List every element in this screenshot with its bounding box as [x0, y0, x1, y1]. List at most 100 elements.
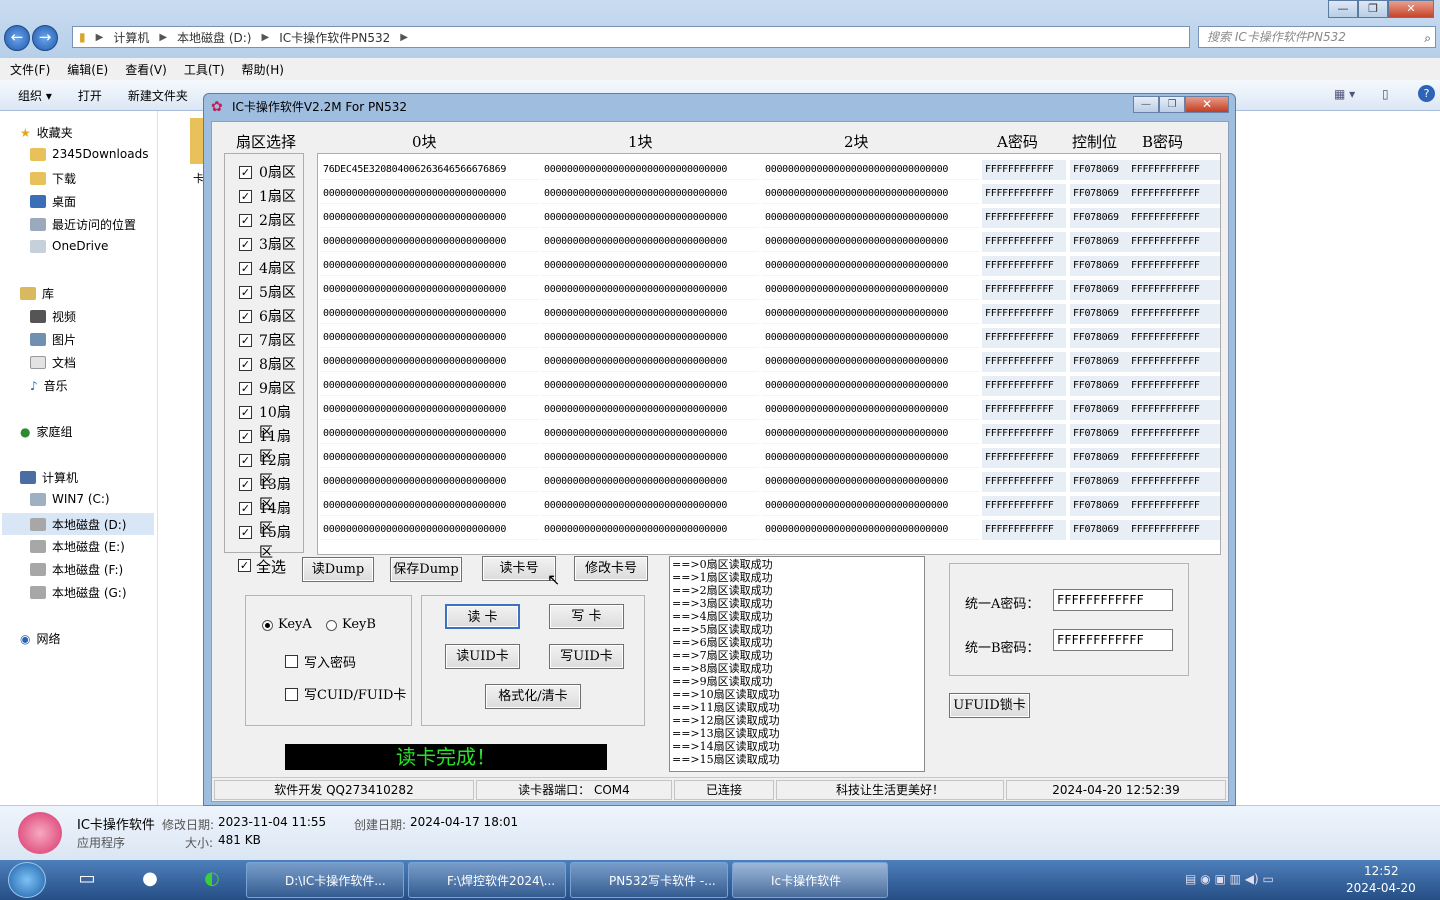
- favorites-header[interactable]: ★ 收藏夹: [20, 124, 73, 141]
- block-2-cell[interactable]: 00000000000000000000000000000000: [762, 328, 980, 348]
- block-0-cell[interactable]: 00000000000000000000000000000000: [320, 280, 538, 300]
- sidebar-item-pictures[interactable]: 图片: [30, 331, 76, 348]
- sector-checkbox[interactable]: ✓: [239, 262, 252, 275]
- browser-icon[interactable]: ◐: [197, 864, 227, 894]
- read-card-no-button[interactable]: 读卡号: [482, 556, 556, 581]
- sector-checkbox[interactable]: ✓: [239, 502, 252, 515]
- block-2-cell[interactable]: 00000000000000000000000000000000: [762, 232, 980, 252]
- block-0-cell[interactable]: 76DEC45E320804006263646566676869: [320, 160, 538, 180]
- search-input[interactable]: 搜索 IC卡操作软件PN532 ⌕: [1198, 26, 1436, 48]
- block-1-cell[interactable]: 00000000000000000000000000000000: [541, 520, 759, 540]
- sidebar-item-desktop[interactable]: 桌面: [30, 193, 76, 210]
- block-2-cell[interactable]: 00000000000000000000000000000000: [762, 352, 980, 372]
- block-0-cell[interactable]: 00000000000000000000000000000000: [320, 520, 538, 540]
- key-a-cell[interactable]: FFFFFFFFFFFF: [982, 184, 1066, 204]
- key-a-cell[interactable]: FFFFFFFFFFFF: [982, 424, 1066, 444]
- organize-button[interactable]: 组织 ▾: [18, 87, 52, 104]
- block-2-cell[interactable]: 00000000000000000000000000000000: [762, 184, 980, 204]
- access-bits-cell[interactable]: FF078069: [1070, 496, 1128, 516]
- block-0-cell[interactable]: 00000000000000000000000000000000: [320, 232, 538, 252]
- sector-checkbox[interactable]: ✓: [239, 334, 252, 347]
- read-uid-button[interactable]: 读UID卡: [445, 644, 520, 669]
- key-b-cell[interactable]: FFFFFFFFFFFF: [1128, 184, 1220, 204]
- access-bits-cell[interactable]: FF078069: [1070, 520, 1128, 540]
- sector-checkbox[interactable]: ✓: [239, 190, 252, 203]
- forward-arrow-icon[interactable]: →: [32, 25, 58, 51]
- folder-icon[interactable]: [190, 118, 204, 164]
- log-output[interactable]: ==>0扇区读取成功 ==>1扇区读取成功 ==>2扇区读取成功 ==>3扇区读取成功…: [669, 556, 925, 772]
- key-a-cell[interactable]: FFFFFFFFFFFF: [982, 256, 1066, 276]
- write-cuid-checkbox[interactable]: [285, 688, 298, 701]
- sidebar-item-videos[interactable]: 视频: [30, 308, 76, 325]
- block-1-cell[interactable]: 00000000000000000000000000000000: [541, 496, 759, 516]
- block-0-cell[interactable]: 00000000000000000000000000000000: [320, 328, 538, 348]
- sidebar-item-drive-d[interactable]: 本地磁盘 (D:): [2, 513, 154, 535]
- block-2-cell[interactable]: 00000000000000000000000000000000: [762, 424, 980, 444]
- key-a-cell[interactable]: FFFFFFFFFFFF: [982, 496, 1066, 516]
- sidebar-item-recent[interactable]: 最近访问的位置: [30, 216, 136, 233]
- access-bits-cell[interactable]: FF078069: [1070, 232, 1128, 252]
- block-1-cell[interactable]: 00000000000000000000000000000000: [541, 232, 759, 252]
- sidebar-item-drive-g[interactable]: 本地磁盘 (G:): [30, 584, 127, 601]
- write-key-checkbox[interactable]: [285, 655, 298, 668]
- close-button[interactable]: ✕: [1388, 0, 1434, 18]
- network-header[interactable]: ◉ 网络: [20, 630, 61, 647]
- address-bar[interactable]: ▮ ▶ 计算机 ▶ 本地磁盘 (D:) ▶ IC卡操作软件PN532 ▶: [72, 26, 1190, 48]
- block-2-cell[interactable]: 00000000000000000000000000000000: [762, 376, 980, 396]
- task-explorer-f[interactable]: F:\焊控软件2024\...: [408, 862, 566, 898]
- menu-tools[interactable]: 工具(T): [184, 61, 225, 78]
- sector-checkbox[interactable]: ✓: [239, 382, 252, 395]
- unified-b-key-input[interactable]: FFFFFFFFFFFF: [1053, 629, 1173, 651]
- menu-edit[interactable]: 编辑(E): [67, 61, 108, 78]
- key-b-cell[interactable]: FFFFFFFFFFFF: [1128, 280, 1220, 300]
- access-bits-cell[interactable]: FF078069: [1070, 424, 1128, 444]
- block-0-cell[interactable]: 00000000000000000000000000000000: [320, 256, 538, 276]
- access-bits-cell[interactable]: FF078069: [1070, 376, 1128, 396]
- save-dump-button[interactable]: 保存Dump: [390, 557, 462, 582]
- help-icon[interactable]: ?: [1418, 85, 1435, 102]
- block-2-cell[interactable]: 00000000000000000000000000000000: [762, 400, 980, 420]
- block-1-cell[interactable]: 00000000000000000000000000000000: [541, 448, 759, 468]
- breadcrumb-computer[interactable]: 计算机: [113, 29, 149, 46]
- block-1-cell[interactable]: 00000000000000000000000000000000: [541, 328, 759, 348]
- key-b-cell[interactable]: FFFFFFFFFFFF: [1128, 256, 1220, 276]
- key-a-cell[interactable]: FFFFFFFFFFFF: [982, 472, 1066, 492]
- block-0-cell[interactable]: 00000000000000000000000000000000: [320, 208, 538, 228]
- key-b-cell[interactable]: FFFFFFFFFFFF: [1128, 304, 1220, 324]
- block-0-cell[interactable]: 00000000000000000000000000000000: [320, 184, 538, 204]
- access-bits-cell[interactable]: FF078069: [1070, 328, 1128, 348]
- key-a-cell[interactable]: FFFFFFFFFFFF: [982, 304, 1066, 324]
- block-2-cell[interactable]: 00000000000000000000000000000000: [762, 160, 980, 180]
- key-a-cell[interactable]: FFFFFFFFFFFF: [982, 376, 1066, 396]
- key-b-cell[interactable]: FFFFFFFFFFFF: [1128, 424, 1220, 444]
- format-card-button[interactable]: 格式化/清卡: [485, 684, 581, 709]
- block-1-cell[interactable]: 00000000000000000000000000000000: [541, 280, 759, 300]
- sidebar-item-2345downloads[interactable]: 2345Downloads: [30, 147, 148, 161]
- clock-time[interactable]: 12:52: [1364, 864, 1399, 878]
- library-header[interactable]: 库: [20, 285, 54, 302]
- block-1-cell[interactable]: 00000000000000000000000000000000: [541, 304, 759, 324]
- show-desktop-icon[interactable]: ▭: [72, 864, 102, 894]
- block-2-cell[interactable]: 00000000000000000000000000000000: [762, 448, 980, 468]
- block-2-cell[interactable]: 00000000000000000000000000000000: [762, 208, 980, 228]
- key-a-cell[interactable]: FFFFFFFFFFFF: [982, 232, 1066, 252]
- block-2-cell[interactable]: 00000000000000000000000000000000: [762, 280, 980, 300]
- key-b-cell[interactable]: FFFFFFFFFFFF: [1128, 376, 1220, 396]
- block-1-cell[interactable]: 00000000000000000000000000000000: [541, 472, 759, 492]
- minimize-button[interactable]: —: [1328, 0, 1358, 18]
- access-bits-cell[interactable]: FF078069: [1070, 448, 1128, 468]
- qq-icon[interactable]: ●: [135, 864, 165, 894]
- key-b-cell[interactable]: FFFFFFFFFFFF: [1128, 496, 1220, 516]
- block-2-cell[interactable]: 00000000000000000000000000000000: [762, 520, 980, 540]
- sidebar-item-drive-c[interactable]: WIN7 (C:): [30, 492, 110, 506]
- key-a-cell[interactable]: FFFFFFFFFFFF: [982, 208, 1066, 228]
- block-1-cell[interactable]: 00000000000000000000000000000000: [541, 400, 759, 420]
- access-bits-cell[interactable]: FF078069: [1070, 280, 1128, 300]
- task-ic-app[interactable]: Ic卡操作软件: [732, 862, 888, 898]
- key-b-cell[interactable]: FFFFFFFFFFFF: [1128, 352, 1220, 372]
- block-1-cell[interactable]: 00000000000000000000000000000000: [541, 208, 759, 228]
- key-a-cell[interactable]: FFFFFFFFFFFF: [982, 160, 1066, 180]
- tray-icons[interactable]: ▤ ◉ ▣ ▥ ◀) ▭: [1185, 872, 1274, 886]
- sidebar-item-music[interactable]: ♪ 音乐: [30, 377, 68, 394]
- keyb-radio[interactable]: [326, 620, 337, 631]
